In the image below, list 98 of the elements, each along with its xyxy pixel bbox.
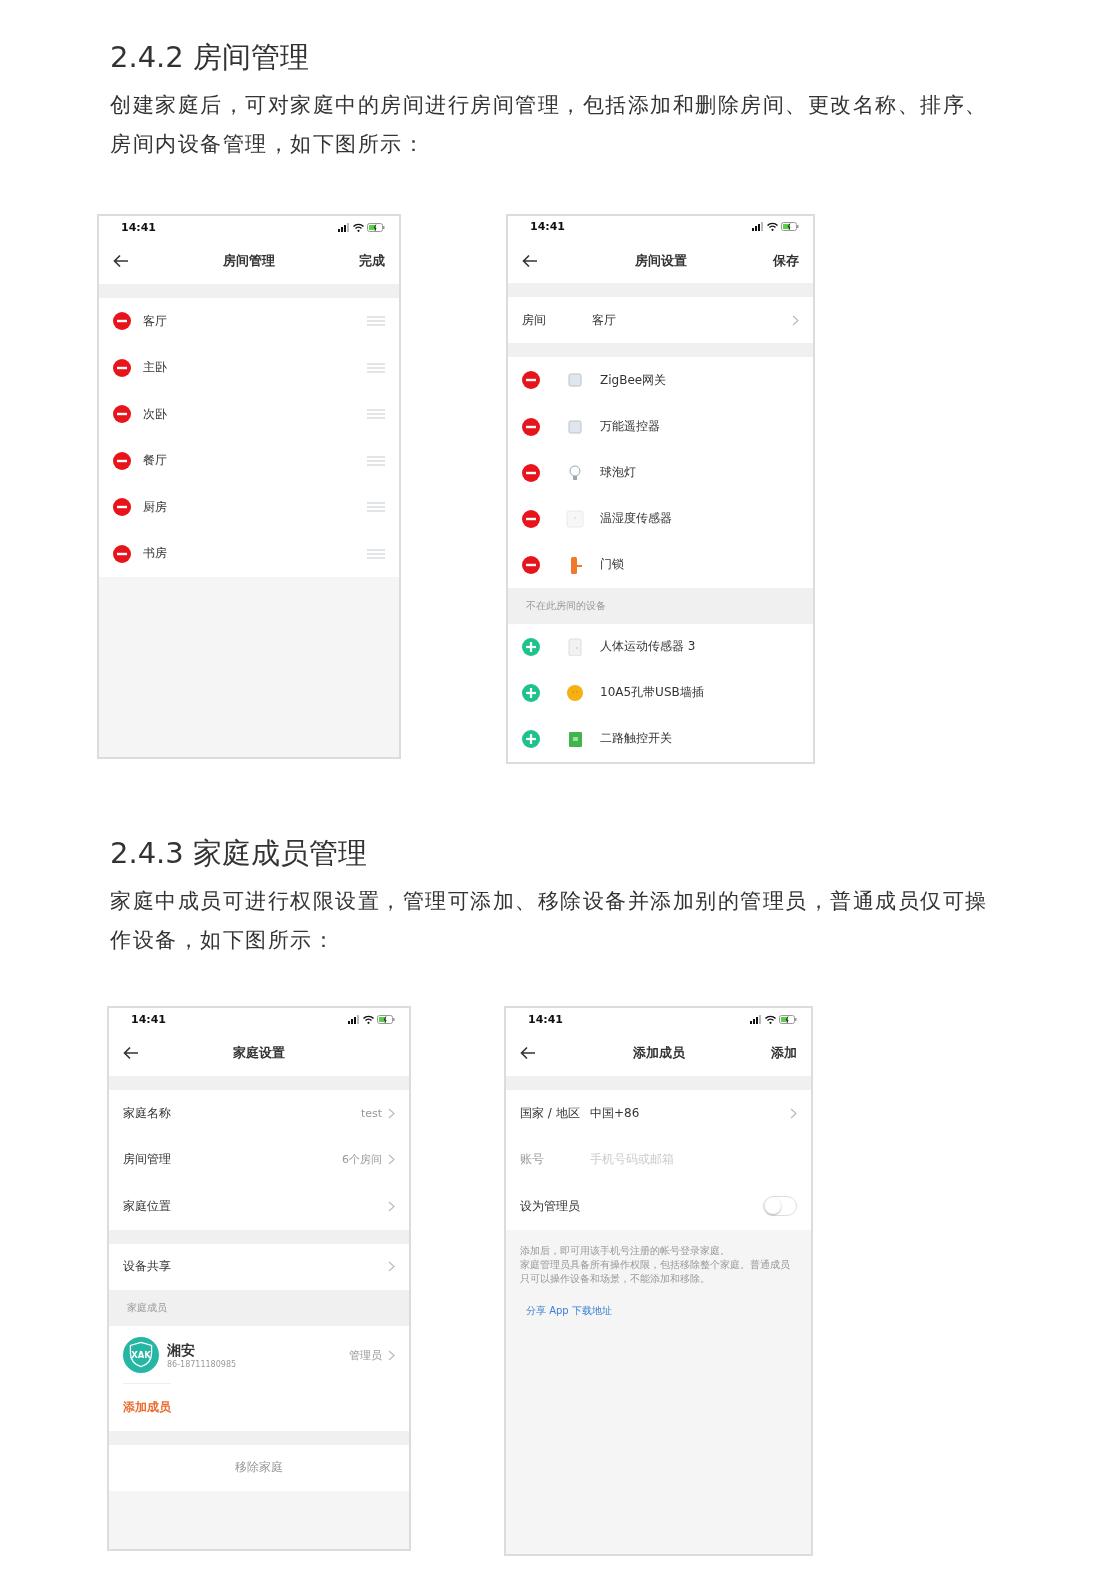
remove-icon[interactable] (113, 358, 131, 377)
field-label: 账号 (520, 1151, 545, 1169)
sensor-icon (566, 637, 584, 656)
room-name: 客厅 (143, 312, 167, 330)
sensor-icon (566, 509, 584, 528)
remove-icon[interactable] (522, 371, 540, 390)
chevron-icon (792, 314, 799, 326)
setting-label[interactable]: 设备共享 (123, 1258, 171, 1276)
socket-icon (566, 683, 584, 702)
chevron-icon (388, 1200, 395, 1212)
status-time: 14:41 (530, 220, 565, 234)
device-name: 万能遥控器 (600, 418, 660, 436)
signal-icon (338, 222, 350, 232)
action-button[interactable]: 完成 (359, 252, 385, 270)
screen-title: 添加成员 (632, 1045, 685, 1060)
share-link[interactable]: 分享 App 下载地址 (526, 1303, 612, 1318)
setting-label[interactable]: 房间管理 (123, 1151, 171, 1169)
back-arrow-icon[interactable] (520, 1046, 536, 1060)
back-arrow-icon[interactable] (123, 1046, 139, 1060)
field-value[interactable]: 中国+86 (590, 1104, 790, 1122)
remove-icon[interactable] (113, 451, 131, 470)
status-time: 14:41 (528, 1012, 563, 1026)
section-heading: 2.4.3 家庭成员管理 (109, 835, 368, 872)
wifi-icon (765, 1014, 776, 1024)
drag-handle-icon[interactable] (367, 502, 385, 513)
remove-icon[interactable] (522, 555, 540, 574)
drag-handle-icon[interactable] (367, 409, 385, 420)
setting-value: 6个房间 (342, 1152, 382, 1168)
field-label: 房间 (522, 311, 547, 329)
room-name: 书房 (143, 545, 167, 563)
status-time: 14:41 (121, 220, 156, 234)
status-time: 14:41 (131, 1012, 166, 1026)
chevron-icon (388, 1261, 395, 1273)
device-name: 门锁 (600, 556, 624, 574)
drag-handle-icon[interactable] (367, 316, 385, 327)
field-value[interactable]: 客厅 (592, 311, 792, 329)
battery-icon (781, 222, 799, 232)
screen-title: 房间管理 (223, 253, 275, 268)
action-button[interactable]: 保存 (773, 251, 799, 270)
section-paragraph: 家庭中成员可进行权限设置，管理可添加、移除设备并添加别的管理员，普通成员仅可操作设备，如下图所示： (109, 888, 989, 954)
bulb-icon (566, 463, 584, 482)
note-text: 家庭管理员具备所有操作权限，包括移除整个家庭。普通成员只可以操作设备和场景，不能添加和移除。 (520, 1257, 791, 1286)
action-button[interactable]: 添加 (771, 1044, 797, 1062)
battery-icon (377, 1014, 395, 1024)
remove-icon[interactable] (113, 544, 131, 563)
drag-handle-icon[interactable] (367, 455, 385, 466)
section-heading: 2.4.2 房间管理 (109, 39, 310, 76)
section-paragraph: 创建家庭后，可对家庭中的房间进行房间管理，包括添加和删除房间、更改名称、排序、房间内设备管理，如下图所示： (109, 92, 989, 158)
member-name: 湘安 (167, 1341, 196, 1360)
chevron-icon (388, 1349, 395, 1361)
note-text: 添加后，即可用该手机号注册的帐号登录家庭。 (520, 1243, 731, 1258)
device-name: 二路触控开关 (600, 730, 672, 748)
remove-icon[interactable] (113, 312, 131, 331)
chevron-icon (388, 1154, 395, 1166)
device-icon (566, 417, 584, 436)
setting-label[interactable]: 家庭位置 (123, 1197, 171, 1215)
room-name: 厨房 (143, 498, 167, 516)
remove-icon[interactable] (522, 417, 540, 436)
chevron-icon (388, 1107, 395, 1119)
avatar-icon: XAK (123, 1337, 159, 1373)
drag-handle-icon[interactable] (367, 548, 385, 559)
back-arrow-icon[interactable] (522, 253, 538, 268)
screen-title: 家庭设置 (233, 1045, 285, 1060)
signal-icon (752, 222, 764, 232)
toggle-switch[interactable] (763, 1196, 797, 1217)
signal-icon (750, 1014, 762, 1024)
field-label: 国家 / 地区 (520, 1104, 581, 1122)
room-name: 次卧 (143, 405, 167, 423)
member-phone: 86-18711180985 (167, 1359, 237, 1369)
section-label: 家庭成员 (109, 1290, 409, 1326)
setting-value: test (360, 1106, 382, 1120)
device-name: 10A5孔带USB墙插 (600, 684, 704, 702)
room-name: 餐厅 (143, 452, 167, 470)
remove-icon[interactable] (522, 509, 540, 528)
wifi-icon (767, 222, 778, 232)
remove-icon[interactable] (113, 405, 131, 424)
chevron-icon (790, 1107, 797, 1119)
switch-icon (566, 730, 584, 748)
remove-icon[interactable] (113, 498, 131, 517)
toggle-label: 设为管理员 (520, 1197, 580, 1215)
remove-icon[interactable] (522, 463, 540, 482)
setting-label[interactable]: 家庭名称 (123, 1104, 171, 1122)
screen-title: 房间设置 (634, 252, 687, 268)
battery-icon (779, 1014, 797, 1024)
room-name: 主卧 (143, 359, 167, 377)
back-arrow-icon[interactable] (113, 254, 129, 268)
section-label: 不在此房间的设备 (508, 587, 813, 624)
wifi-icon (363, 1014, 374, 1024)
battery-icon (367, 222, 385, 232)
device-name: 球泡灯 (600, 464, 636, 482)
member-role: 管理员 (349, 1347, 382, 1363)
drag-handle-icon[interactable] (367, 362, 385, 373)
device-icon (566, 371, 584, 390)
device-name: 温湿度传感器 (600, 510, 672, 528)
device-name: 人体运动传感器 3 (600, 638, 696, 656)
signal-icon (348, 1014, 360, 1024)
wifi-icon (353, 222, 364, 232)
device-name: ZigBee网关 (600, 371, 667, 389)
